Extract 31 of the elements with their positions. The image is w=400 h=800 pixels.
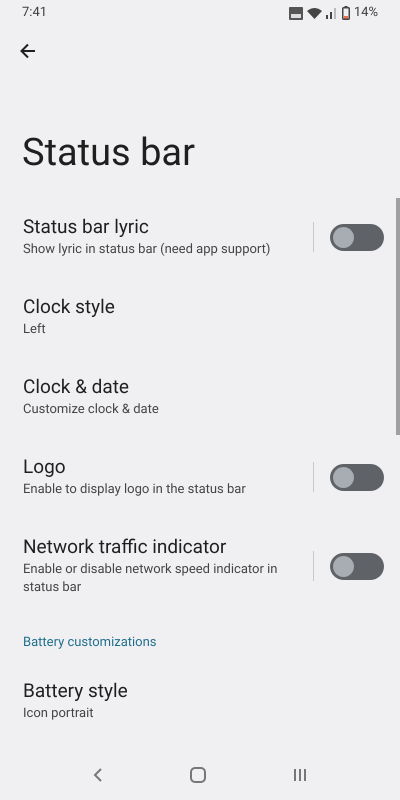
item-subtitle: Customize clock & date: [23, 401, 160, 419]
settings-item[interactable]: Clock & date Customize clock & date: [0, 357, 400, 437]
wifi-icon: [306, 7, 322, 19]
settings-item[interactable]: Clock style Left: [0, 277, 400, 357]
home-nav-icon[interactable]: [189, 766, 207, 784]
recents-nav-icon[interactable]: [293, 768, 307, 782]
item-title: Clock style: [23, 295, 116, 319]
item-title: Clock & date: [23, 375, 130, 399]
battery-percentage: 14%: [354, 4, 378, 22]
battery-icon: [342, 6, 350, 20]
back-nav-icon[interactable]: [93, 767, 103, 783]
item-subtitle: Enable or disable network speed indicator in status bar: [23, 561, 278, 597]
page-title: Status bar: [22, 131, 196, 175]
section-header: Battery customizations: [23, 635, 156, 650]
signal-icon: [326, 7, 338, 19]
settings-item[interactable]: Status bar lyric Show lyric in status bar (need app support): [0, 197, 400, 277]
item-subtitle: Enable to display logo in the status bar: [23, 481, 247, 499]
item-subtitle: Left: [23, 321, 47, 339]
settings-item[interactable]: Battery style Icon portrait: [0, 661, 400, 741]
item-title: Battery style: [23, 679, 129, 703]
settings-item[interactable]: Network traffic indicator Enable or disable network speed indicator in status bar: [0, 517, 400, 615]
item-title: Network traffic indicator: [23, 535, 228, 559]
item-title: Logo: [23, 455, 67, 479]
item-subtitle: Show lyric in status bar (need app support): [23, 241, 272, 259]
clock: 7:41: [22, 4, 48, 22]
settings-item[interactable]: Logo Enable to display logo in the status bar: [0, 437, 400, 517]
toggle-switch[interactable]: [330, 464, 384, 490]
toggle-switch[interactable]: [330, 552, 384, 580]
item-title: Status bar lyric: [23, 215, 150, 239]
item-subtitle: Icon portrait: [23, 705, 94, 723]
toggle-switch[interactable]: [330, 224, 384, 250]
